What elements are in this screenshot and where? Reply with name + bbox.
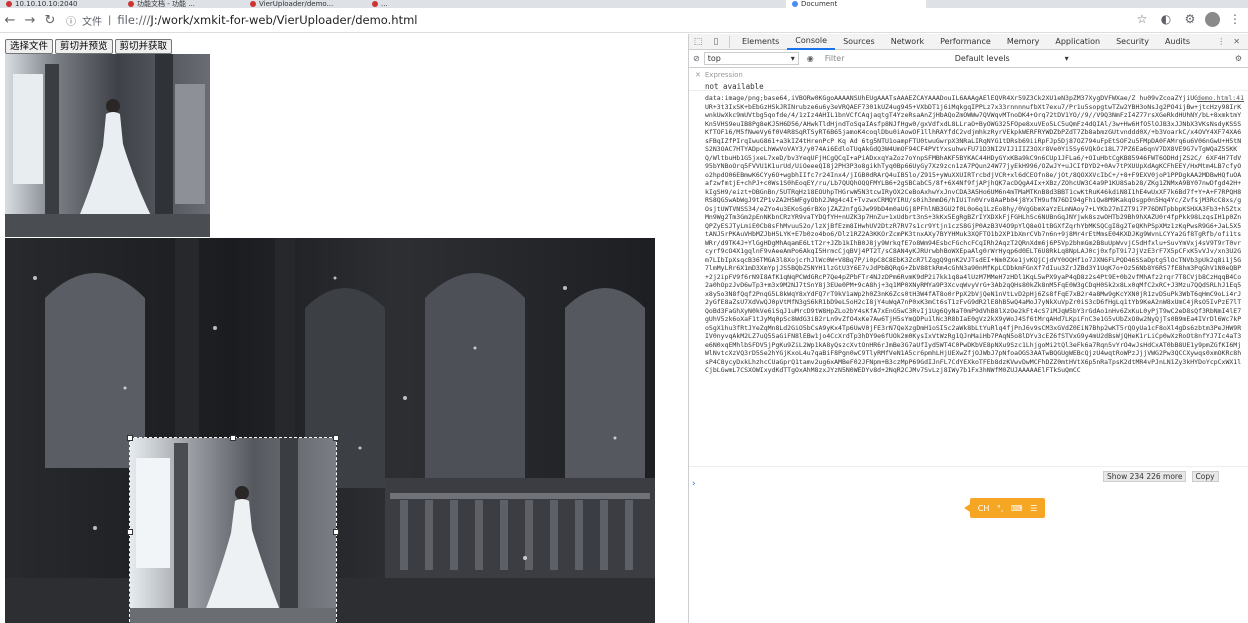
log-actions: Show 234 226 more Copy bbox=[1103, 464, 1219, 483]
menu-icon[interactable]: ⋮ bbox=[1226, 10, 1244, 28]
back-button[interactable]: ← bbox=[0, 9, 20, 31]
browser-tab[interactable]: 功能文档 - 功能 ... bbox=[122, 0, 242, 8]
eye-icon[interactable]: ◉ bbox=[807, 54, 814, 63]
chevron-down-icon: ▾ bbox=[1064, 54, 1069, 63]
chevron-down-icon: ▾ bbox=[790, 54, 795, 63]
browser-toolbar: ← → ↻ ⓘ 文件 | file:///J:/work/xmkit-for-w… bbox=[0, 8, 1248, 33]
ime-punct-icon[interactable]: °, bbox=[997, 504, 1004, 513]
browser-tab[interactable]: 10.10.10.10:2040 bbox=[0, 0, 120, 8]
browser-tab[interactable]: ... bbox=[366, 0, 486, 8]
crop-selection[interactable] bbox=[127, 435, 339, 623]
tab-strip: 10.10.10.10:2040 功能文档 - 功能 ... VierUploa… bbox=[0, 0, 1248, 8]
crop-get-button[interactable]: 剪切并获取 bbox=[114, 39, 173, 54]
browser-tab[interactable]: VierUploader/demo... bbox=[244, 0, 364, 8]
crop-handle[interactable] bbox=[333, 529, 339, 535]
clear-console-icon[interactable]: ⊘ bbox=[693, 54, 700, 63]
console-log-entry: demo.html:41 data:image/png;base64,iVBOR… bbox=[689, 91, 1248, 467]
tab-application[interactable]: Application bbox=[1047, 34, 1108, 50]
tab-elements[interactable]: Elements bbox=[734, 34, 787, 50]
tab-favicon-icon bbox=[128, 1, 134, 7]
ime-lang[interactable]: CH bbox=[978, 504, 990, 513]
keyboard-icon[interactable]: ⌨ bbox=[1011, 504, 1023, 513]
avatar[interactable] bbox=[1205, 11, 1220, 27]
crop-handle[interactable] bbox=[127, 435, 133, 441]
preview-thumbnail bbox=[5, 54, 210, 237]
tab-network[interactable]: Network bbox=[883, 34, 932, 50]
tab-favicon-icon bbox=[792, 1, 798, 7]
tab-audits[interactable]: Audits bbox=[1157, 34, 1198, 50]
browser-tab-active[interactable]: Document bbox=[786, 0, 926, 8]
device-toolbar-icon[interactable]: ▯ bbox=[707, 34, 725, 50]
context-select[interactable]: top ▾ bbox=[703, 52, 799, 65]
live-expression: ✕ Expression bbox=[695, 71, 743, 79]
console-prompt[interactable]: › bbox=[692, 479, 696, 489]
log-text: data:image/png;base64,iVBORw0KGgoAAAANSU… bbox=[705, 94, 1242, 374]
crop-handle[interactable] bbox=[333, 435, 339, 441]
menu-icon[interactable]: ☰ bbox=[1030, 504, 1037, 513]
gear-icon[interactable]: ⚙ bbox=[1235, 54, 1248, 63]
forward-button[interactable]: → bbox=[20, 9, 40, 31]
extension-icon[interactable]: ◐ bbox=[1157, 10, 1175, 28]
url-info-label: 文件 bbox=[82, 16, 102, 28]
live-expression-value: not available bbox=[689, 79, 1248, 91]
address-bar[interactable]: ⓘ 文件 | file:///J:/work/xmkit-for-web/Vie… bbox=[66, 13, 418, 28]
devtools-panel: ⬚ ▯ Elements Console Sources Network Per… bbox=[688, 34, 1248, 623]
star-icon[interactable]: ☆ bbox=[1133, 10, 1151, 28]
inspect-icon[interactable]: ⬚ bbox=[689, 34, 707, 50]
url-divider: | bbox=[108, 14, 112, 26]
devtools-tabbar: ⬚ ▯ Elements Console Sources Network Per… bbox=[689, 34, 1248, 50]
crop-preview-button[interactable]: 剪切并预览 bbox=[55, 39, 113, 54]
more-options-icon[interactable]: ⋮ bbox=[1217, 37, 1225, 46]
tab-favicon-icon bbox=[372, 1, 378, 7]
show-more-button[interactable]: Show 234 226 more bbox=[1103, 471, 1187, 482]
console-filter-bar: ⊘ top ▾ ◉ Filter Default levels ▾ ⚙ bbox=[689, 50, 1248, 68]
url-path: J:/work/xmkit-for-web/VierUploader/demo.… bbox=[150, 13, 418, 27]
tab-memory[interactable]: Memory bbox=[999, 34, 1048, 50]
crop-handle[interactable] bbox=[230, 435, 236, 441]
reload-button[interactable]: ↻ bbox=[40, 9, 60, 31]
levels-select[interactable]: Default levels ▾ bbox=[952, 52, 1072, 65]
choose-file-button[interactable]: 选择文件 bbox=[5, 39, 54, 54]
close-icon[interactable]: ✕ bbox=[1233, 37, 1240, 46]
log-source-link[interactable]: demo.html:41 bbox=[1197, 94, 1244, 103]
copy-button[interactable]: Copy bbox=[1191, 471, 1219, 482]
gear-icon[interactable]: ⚙ bbox=[1181, 10, 1199, 28]
filter-input[interactable]: Filter bbox=[822, 52, 942, 65]
tab-performance[interactable]: Performance bbox=[932, 34, 999, 50]
close-icon[interactable]: ✕ bbox=[695, 71, 701, 79]
info-icon: ⓘ bbox=[66, 16, 76, 28]
tab-favicon-icon bbox=[6, 1, 12, 7]
url-scheme: file:/// bbox=[117, 13, 151, 27]
tab-console[interactable]: Console bbox=[787, 34, 836, 50]
page-viewport: 选择文件 剪切并预览 剪切并获取 bbox=[0, 34, 688, 623]
ime-toolbar[interactable]: CH °, ⌨ ☰ bbox=[964, 498, 1045, 518]
tab-sources[interactable]: Sources bbox=[835, 34, 883, 50]
tab-favicon-icon bbox=[250, 1, 256, 7]
tab-security[interactable]: Security bbox=[1108, 34, 1157, 50]
crop-handle[interactable] bbox=[127, 529, 133, 535]
